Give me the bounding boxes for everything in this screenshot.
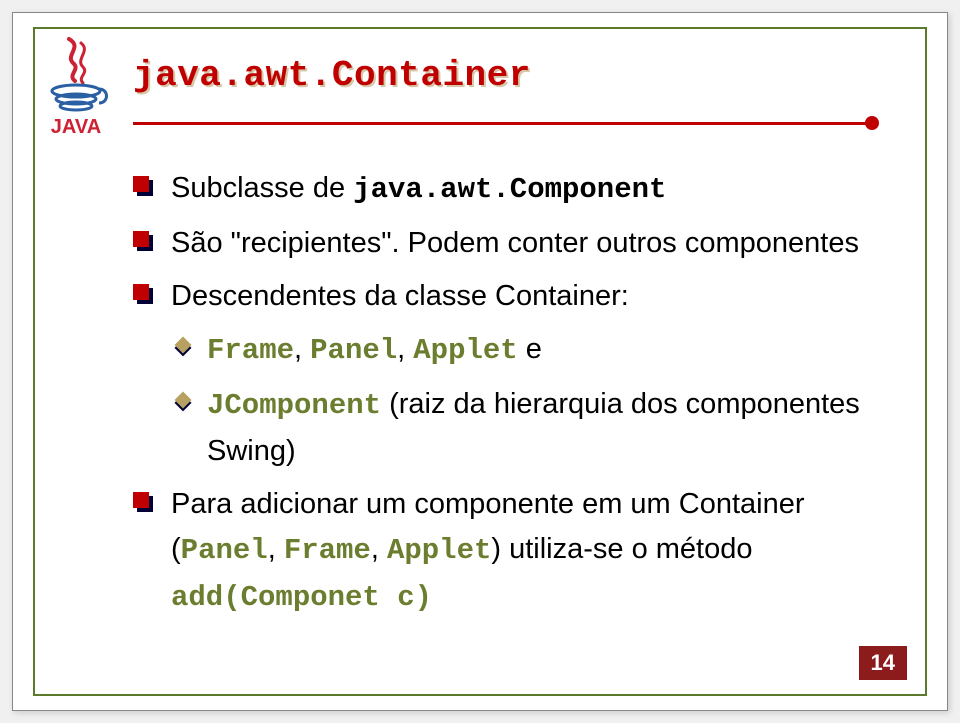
bullet-item: São "recipientes". Podem conter outros c… [133,221,865,266]
bullet-square-icon [133,284,157,308]
text: , [371,533,387,565]
slide-frame: JAVA java.awt.Container Subclasse de jav… [33,27,927,696]
text: , [397,333,413,365]
code-text: Applet [413,334,517,367]
slide-content: Subclasse de java.awt.Component São "rec… [133,166,865,620]
bullet-item: Subclasse de java.awt.Component [133,166,865,213]
slide-page: JAVA java.awt.Container Subclasse de jav… [12,12,948,711]
sub-bullet-item: JComponent (raiz da hierarquia dos compo… [177,382,865,474]
bullet-text: São "recipientes". Podem conter outros c… [171,221,865,266]
bullet-square-icon [133,176,157,200]
code-text: Panel [181,534,268,567]
bullet-text: Subclasse de java.awt.Component [171,166,865,213]
code-text: Applet [387,534,491,567]
text: e [518,333,542,365]
slide-title: java.awt.Container [133,55,925,96]
bullet-square-icon [133,492,157,516]
text: , [268,533,284,565]
bullet-square-icon [133,231,157,255]
bullet-text: Frame, Panel, Applet e [207,327,865,374]
bullet-text: Descendentes da classe Container: [171,274,865,319]
bullet-item: Para adicionar um componente em um Conta… [133,482,865,621]
title-divider [133,118,873,128]
bullet-diamond-icon [177,339,195,357]
bullet-text: Para adicionar um componente em um Conta… [171,482,865,621]
code-text: JComponent [207,389,381,422]
java-logo: JAVA [39,33,113,141]
text: ) utiliza-se o método [491,533,752,565]
text: Subclasse de [171,172,353,204]
code-text: Frame [284,534,371,567]
code-text: java.awt.Component [353,173,666,206]
code-text: add(Componet c) [171,581,432,614]
page-number: 14 [859,646,907,680]
text: , [294,333,310,365]
bullet-diamond-icon [177,394,195,412]
svg-text:JAVA: JAVA [51,116,101,138]
bullet-item: Descendentes da classe Container: [133,274,865,319]
code-text: Panel [310,334,397,367]
code-text: Frame [207,334,294,367]
bullet-text: JComponent (raiz da hierarquia dos compo… [207,382,865,474]
sub-bullet-item: Frame, Panel, Applet e [177,327,865,374]
